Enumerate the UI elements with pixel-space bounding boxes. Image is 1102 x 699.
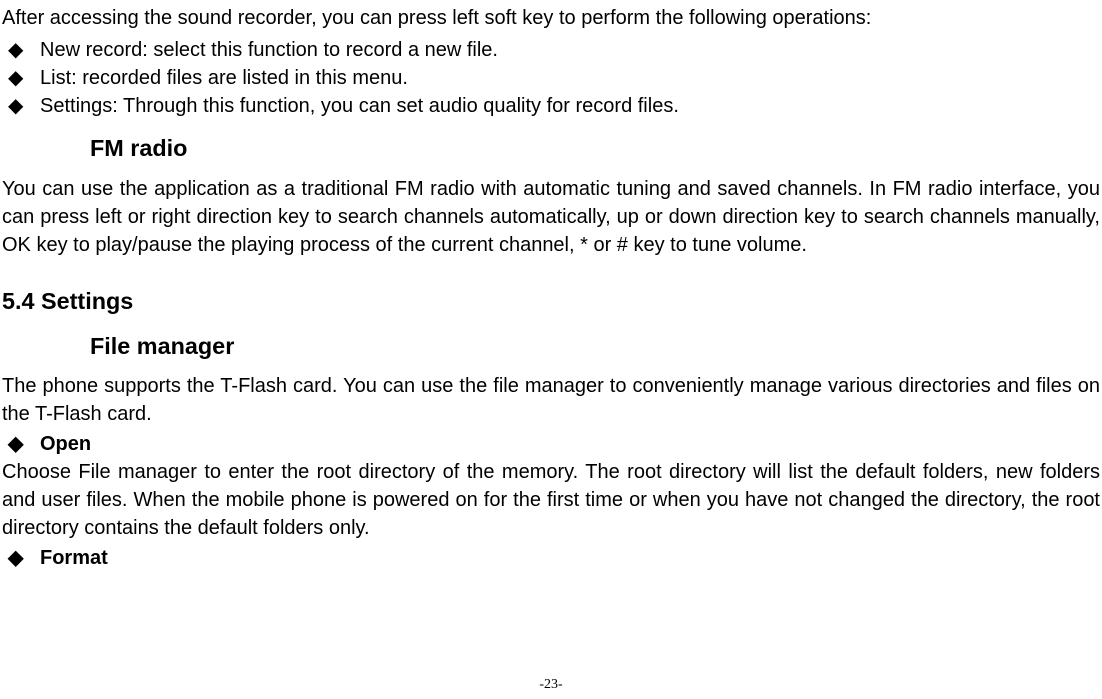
recorder-operations-list: New record: select this function to reco…	[2, 36, 1100, 120]
file-manager-options-2: Format	[2, 544, 1100, 572]
open-option: Open	[2, 430, 1100, 458]
file-manager-heading: File manager	[90, 330, 1100, 363]
intro-text: After accessing the sound recorder, you …	[2, 4, 1100, 32]
open-paragraph: Choose File manager to enter the root di…	[2, 458, 1100, 542]
format-option: Format	[2, 544, 1100, 572]
list-item: New record: select this function to reco…	[2, 36, 1100, 64]
fm-radio-paragraph: You can use the application as a traditi…	[2, 175, 1100, 259]
file-manager-paragraph: The phone supports the T-Flash card. You…	[2, 372, 1100, 428]
page-number: -23-	[539, 675, 562, 695]
settings-heading: 5.4 Settings	[2, 285, 1100, 318]
list-item: Settings: Through this function, you can…	[2, 92, 1100, 120]
file-manager-options: Open	[2, 430, 1100, 458]
list-item: List: recorded files are listed in this …	[2, 64, 1100, 92]
fm-radio-heading: FM radio	[90, 132, 1100, 165]
